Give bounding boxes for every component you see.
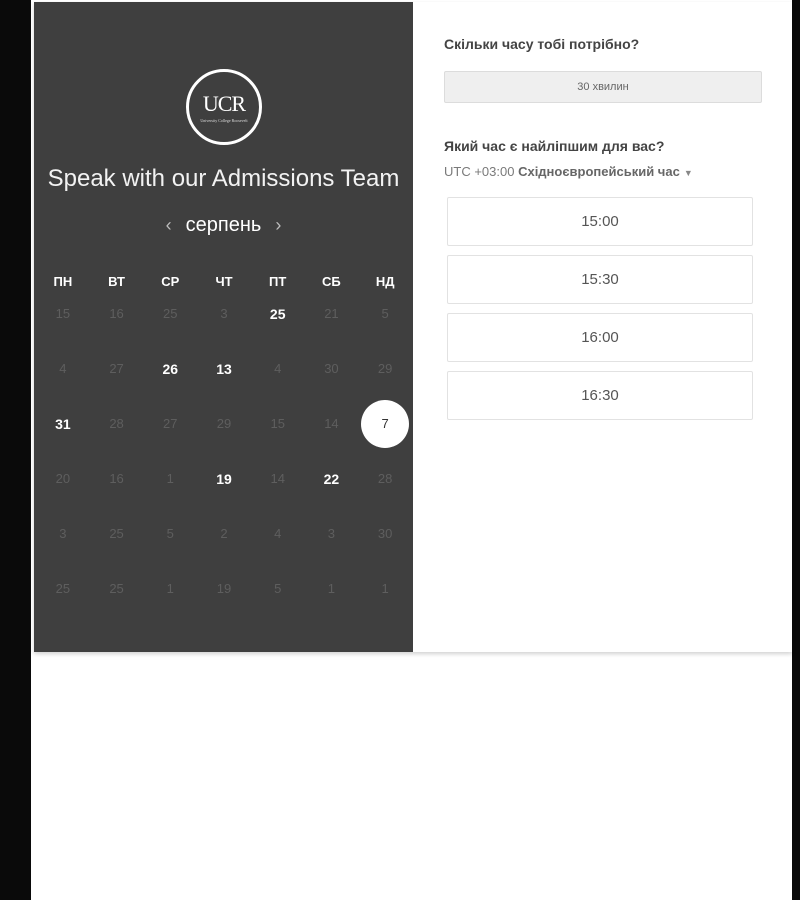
time-slot-button[interactable]: 16:00 [447, 313, 753, 362]
time-slot-button[interactable]: 15:00 [447, 197, 753, 246]
calendar-day: 28 [377, 471, 393, 486]
calendar-day: 28 [109, 416, 124, 431]
calendar-day: 3 [59, 526, 67, 541]
calendar-day: 1 [166, 471, 174, 486]
calendar-day: 5 [381, 306, 389, 321]
right-frame [792, 0, 800, 900]
calendar-day: 25 [109, 526, 124, 541]
time-selection-panel: Скільки часу тобі потрібно? 30 хвилин Як… [444, 2, 792, 652]
calendar-day: 27 [163, 416, 178, 431]
calendar-day: 4 [274, 361, 282, 376]
chevron-left-icon[interactable]: ‹ [166, 215, 172, 236]
selected-day-label: 7 [361, 399, 410, 448]
month-label: серпень [185, 214, 262, 236]
calendar-grid: 15 16 25 3 25 21 5 4 27 26 13 4 30 29 31 28 27 29 15 14 7 20 1… [36, 286, 412, 616]
scheduler-widget: UCR University College Roosevelt Speak w… [34, 2, 792, 652]
calendar-day: 27 [109, 361, 124, 376]
logo-subtext: University College Roosevelt [200, 118, 248, 123]
calendar-day[interactable]: 22 [305, 451, 359, 506]
calendar-day: 5 [274, 581, 282, 596]
calendar-day[interactable]: 25 [251, 286, 305, 341]
time-slot-list: 15:00 15:30 16:00 16:30 [447, 197, 753, 429]
calendar-day-selected[interactable]: 7 [358, 396, 412, 451]
duration-question: Скільки часу тобі потрібно? [444, 36, 640, 52]
time-slot-button[interactable]: 15:30 [447, 255, 753, 304]
caret-down-icon: ▼ [683, 168, 693, 178]
calendar-day: 25 [109, 581, 124, 596]
calendar-day: 25 [55, 581, 71, 596]
calendar-day: 29 [216, 416, 232, 431]
calendar-day: 1 [327, 581, 336, 596]
calendar-day: 2 [220, 526, 228, 541]
calendar-day: 15 [55, 306, 71, 321]
calendar-day: 3 [327, 526, 336, 541]
timezone-select[interactable]: UTC +03:00 Східноєвропейський час ▼ [444, 164, 693, 179]
logo-text: UCR [202, 91, 246, 116]
calendar-day: 19 [216, 581, 232, 596]
month-navigation: ‹ серпень › [34, 214, 413, 237]
calendar-day: 21 [324, 306, 339, 321]
calendar-day: 30 [324, 361, 339, 376]
calendar-day: 4 [59, 361, 67, 376]
calendar-day: 25 [163, 306, 178, 321]
calendar-day: 29 [377, 361, 393, 376]
calendar-day: 4 [274, 526, 282, 541]
time-slot-button[interactable]: 16:30 [447, 371, 753, 420]
calendar-day: 5 [166, 526, 174, 541]
page-title: Speak with our Admissions Team [47, 165, 400, 192]
calendar-day[interactable]: 19 [197, 451, 251, 506]
timezone-name: Східноєвропейський час [518, 164, 680, 179]
calendar-day: 20 [55, 471, 71, 486]
calendar-day: 16 [109, 471, 124, 486]
calendar-day: 16 [109, 306, 124, 321]
calendar-day: 14 [270, 471, 285, 486]
calendar-day: 14 [324, 416, 339, 431]
timezone-offset: UTC +03:00 [444, 164, 515, 179]
calendar-panel: UCR University College Roosevelt Speak w… [34, 2, 413, 652]
calendar-day: 1 [381, 581, 389, 596]
calendar-day[interactable]: 26 [143, 341, 197, 396]
chevron-right-icon[interactable]: › [275, 215, 281, 236]
calendar-day: 1 [166, 581, 174, 596]
calendar-day: 3 [220, 306, 228, 321]
calendar-day: 15 [270, 416, 285, 431]
duration-select[interactable]: 30 хвилин [444, 71, 762, 103]
ucr-logo: UCR University College Roosevelt [186, 69, 262, 145]
calendar-day: 30 [377, 526, 393, 541]
calendar-day[interactable]: 31 [36, 396, 90, 451]
calendar-day[interactable]: 13 [197, 341, 251, 396]
left-frame [0, 0, 31, 900]
time-question: Який час є найліпшим для вас? [444, 138, 665, 154]
